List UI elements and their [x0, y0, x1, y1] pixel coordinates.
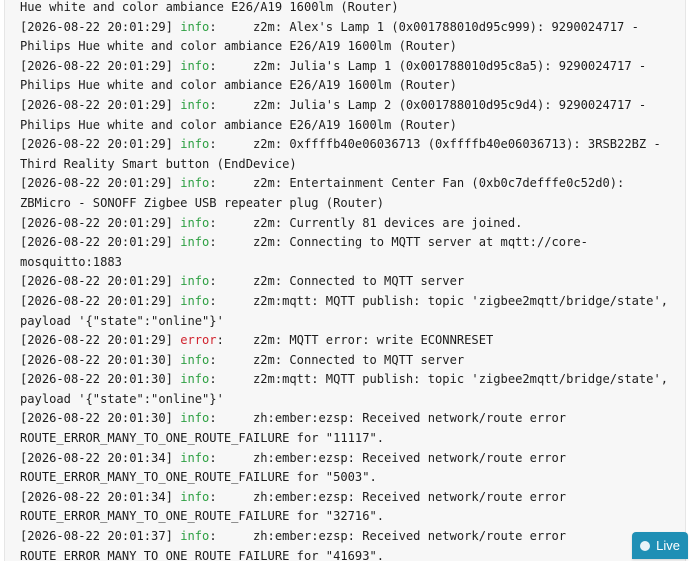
log-line-timestamp: [2026-08-22 20:01:29] — [20, 274, 181, 289]
log-level-badge: info — [180, 19, 210, 34]
log-line: [2026-08-22 20:01:30] info: zh:ember:ezs… — [20, 409, 677, 448]
log-line: [2026-08-22 20:01:29] info: z2m: Connect… — [20, 272, 677, 292]
log-level-badge: info — [180, 450, 210, 465]
log-level-badge: info — [180, 293, 210, 308]
log-line-timestamp: [2026-08-22 20:01:34] — [20, 450, 181, 465]
log-line: [2026-08-22 20:01:29] info: z2m: Alex's … — [20, 18, 677, 57]
log-line: [2026-08-22 20:01:29] info: z2m: Current… — [20, 214, 677, 234]
log-content: Hue white and color ambiance E26/A19 160… — [20, 0, 677, 561]
live-button-label: Live — [656, 538, 680, 553]
log-level-badge: info — [180, 97, 210, 112]
log-line-timestamp: [2026-08-22 20:01:29] — [20, 19, 181, 34]
log-line-timestamp: [2026-08-22 20:01:29] — [20, 293, 181, 308]
log-line-timestamp: [2026-08-22 20:01:30] — [20, 352, 181, 367]
live-dot-icon — [640, 540, 651, 551]
log-level-badge: info — [180, 352, 210, 367]
log-line: [2026-08-22 20:01:29] info: z2m: 0xffffb… — [20, 135, 677, 174]
log-line-timestamp: Hue white and color ambiance E26/A19 160… — [20, 0, 399, 14]
log-line-timestamp: [2026-08-22 20:01:29] — [20, 333, 181, 348]
log-level-badge: info — [180, 372, 210, 387]
log-line: [2026-08-22 20:01:34] info: zh:ember:ezs… — [20, 449, 677, 488]
log-line-timestamp: [2026-08-22 20:01:29] — [20, 137, 181, 152]
log-level-badge: info — [180, 274, 210, 289]
log-line-timestamp: [2026-08-22 20:01:30] — [20, 372, 181, 387]
log-line: [2026-08-22 20:01:29] info: z2m: Enterta… — [20, 174, 677, 213]
log-viewer[interactable]: Hue white and color ambiance E26/A19 160… — [4, 0, 686, 561]
log-line-timestamp: [2026-08-22 20:01:29] — [20, 176, 181, 191]
log-line-timestamp: [2026-08-22 20:01:30] — [20, 411, 181, 426]
log-level-badge: info — [180, 58, 210, 73]
log-line-timestamp: [2026-08-22 20:01:37] — [20, 529, 181, 544]
log-line: [2026-08-22 20:01:29] info: z2m: Julia's… — [20, 57, 677, 96]
log-level-badge: info — [180, 235, 210, 250]
log-level-badge: info — [180, 176, 210, 191]
log-level-badge: info — [180, 411, 210, 426]
log-line: [2026-08-22 20:01:30] info: z2m: Connect… — [20, 351, 677, 371]
log-line-timestamp: [2026-08-22 20:01:29] — [20, 58, 181, 73]
log-line-message: : z2m: Connected to MQTT server — [209, 352, 465, 367]
log-line: [2026-08-22 20:01:29] error: z2m: MQTT e… — [20, 331, 677, 351]
log-level-badge: info — [180, 137, 210, 152]
log-level-badge: info — [180, 529, 210, 544]
log-line: [2026-08-22 20:01:30] info: z2m:mqtt: MQ… — [20, 370, 677, 409]
log-line: [2026-08-22 20:01:29] info: z2m: Julia's… — [20, 96, 677, 135]
log-line: [2026-08-22 20:01:29] info: z2m: Connect… — [20, 233, 677, 272]
log-line-timestamp: [2026-08-22 20:01:29] — [20, 97, 181, 112]
log-line: [2026-08-22 20:01:34] info: zh:ember:ezs… — [20, 488, 677, 527]
log-level-badge: info — [180, 215, 210, 230]
log-line-timestamp: [2026-08-22 20:01:29] — [20, 215, 181, 230]
log-level-badge: info — [180, 489, 210, 504]
log-line: Hue white and color ambiance E26/A19 160… — [20, 0, 677, 18]
log-line-timestamp: [2026-08-22 20:01:29] — [20, 235, 181, 250]
log-line: [2026-08-22 20:01:37] info: zh:ember:ezs… — [20, 527, 677, 561]
log-level-badge: error — [180, 333, 217, 348]
log-line: [2026-08-22 20:01:29] info: z2m:mqtt: MQ… — [20, 292, 677, 331]
log-line-message: : z2m: Currently 81 devices are joined. — [209, 215, 523, 230]
log-line-timestamp: [2026-08-22 20:01:34] — [20, 489, 181, 504]
log-line-message: : z2m: Connected to MQTT server — [209, 274, 465, 289]
log-line-message: : z2m: MQTT error: write ECONNRESET — [216, 333, 494, 348]
live-button[interactable]: Live — [632, 532, 688, 559]
